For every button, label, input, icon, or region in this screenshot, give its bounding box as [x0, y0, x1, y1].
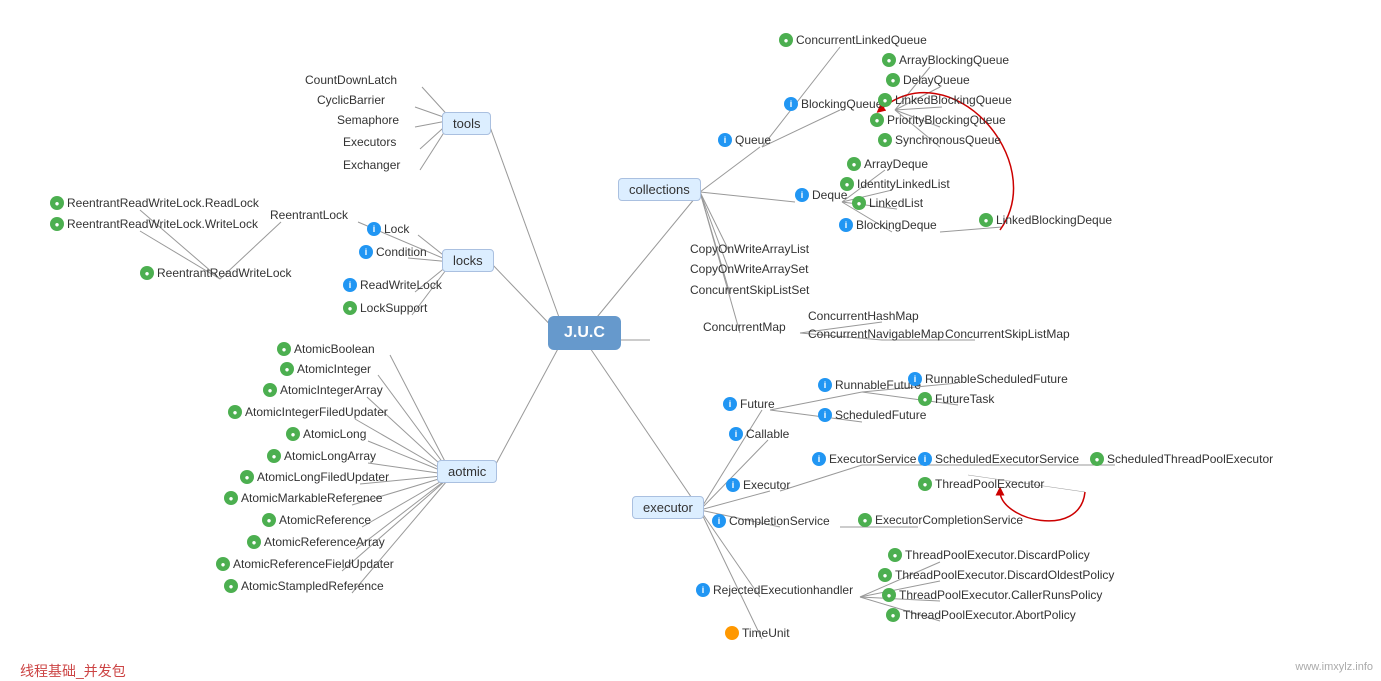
node-linkedblockingqueue: ● LinkedBlockingQueue [878, 93, 1012, 107]
node-discardoldestpolicy: ● ThreadPoolExecutor.DiscardOldestPolicy [878, 568, 1114, 582]
node-synchronousqueue: ● SynchronousQueue [878, 133, 1001, 147]
category-collections: collections [618, 178, 701, 201]
node-atomicintegerfiledupdater: ● AtomicIntegerFiledUpdater [228, 405, 388, 419]
node-future: i Future [723, 397, 775, 411]
node-copyonwritearraylist: CopyOnWriteArrayList [690, 242, 809, 256]
node-abortpolicy: ● ThreadPoolExecutor.AbortPolicy [886, 608, 1076, 622]
node-timeunit: TimeUnit [725, 626, 790, 640]
node-executors: Executors [343, 135, 396, 149]
connection-lines [0, 0, 1381, 681]
node-locksupport: ● LockSupport [343, 301, 427, 315]
node-exchanger: Exchanger [343, 158, 400, 172]
category-locks: locks [442, 249, 494, 272]
node-scheduledexecutorservice: i ScheduledExecutorService [918, 452, 1079, 466]
bottom-text: 线程基础_并发包 [20, 661, 126, 681]
juc-label: J.U.C [548, 316, 621, 350]
node-atomicreferencearray: ● AtomicReferenceArray [247, 535, 385, 549]
node-rejectedexecutionhandler: i RejectedExecutionhandler [696, 583, 853, 597]
node-atomiclongarray: ● AtomicLongArray [267, 449, 376, 463]
node-runnablescheduledfuture: i RunnableScheduledFuture [908, 372, 1068, 386]
node-condition: i Condition [359, 245, 427, 259]
category-executor: executor [632, 496, 704, 519]
node-delayqueue: ● DelayQueue [886, 73, 970, 87]
node-callerrunspolicy: ● ThreadPoolExecutor.CallerRunsPolicy [882, 588, 1102, 602]
node-discardpolicy: ● ThreadPoolExecutor.DiscardPolicy [888, 548, 1090, 562]
node-priorityblockingqueue: ● PriorityBlockingQueue [870, 113, 1006, 127]
node-scheduledthreadpoolexecutor: ● ScheduledThreadPoolExecutor [1090, 452, 1273, 466]
node-concurrenthashmap: ConcurrentHashMap [808, 309, 919, 323]
node-atomiclongfiledupdater: ● AtomicLongFiledUpdater [240, 470, 389, 484]
node-atomicinteger: ● AtomicInteger [280, 362, 371, 376]
node-atomicstampledreference: ● AtomicStampledReference [224, 579, 384, 593]
node-concurrentlinkedqueue: ● ConcurrentLinkedQueue [779, 33, 927, 47]
executor-label: executor [632, 496, 704, 519]
node-readlock: ● ReentrantReadWriteLock.ReadLock [50, 196, 259, 210]
node-runnablefuture: i RunnableFuture [818, 378, 921, 392]
diagram: J.U.C tools locks aotmic collections exe… [0, 0, 1381, 681]
watermark: www.imxylz.info [1295, 661, 1373, 673]
node-atomicintegerarray: ● AtomicIntegerArray [263, 383, 383, 397]
node-concurrentskiplistset: ConcurrentSkipListSet [690, 283, 809, 297]
node-executorservice: i ExecutorService [812, 452, 916, 466]
node-concurrentskiplistmap: ConcurrentSkipListMap [945, 327, 1070, 341]
node-atomiclong: ● AtomicLong [286, 427, 366, 441]
collections-label: collections [618, 178, 701, 201]
locks-label: locks [442, 249, 494, 272]
node-reentrantreadwritelock: ● ReentrantReadWriteLock [140, 266, 292, 280]
node-callable: i Callable [729, 427, 789, 441]
node-queue: i Queue [718, 133, 771, 147]
tools-label: tools [442, 112, 491, 135]
node-atomicreferencefieldsupdater: ● AtomicReferenceFieldUpdater [216, 557, 394, 571]
node-scheduledfuture: i ScheduledFuture [818, 408, 926, 422]
node-cyclicbarrier: CyclicBarrier [317, 93, 385, 107]
node-threadpoolexecutor: ● ThreadPoolExecutor [918, 477, 1044, 491]
node-completionservice: i CompletionService [712, 514, 830, 528]
node-blockingqueue: i BlockingQueue [784, 97, 882, 111]
node-identitylinkedlist: ● IdentityLinkedList [840, 177, 950, 191]
node-atomicmarkablereference: ● AtomicMarkableReference [224, 491, 382, 505]
node-lock: i Lock [367, 222, 409, 236]
node-blockingdeque: i BlockingDeque [839, 218, 937, 232]
node-concurrentnavigablemap: ConcurrentNavigableMap [808, 327, 944, 341]
node-linkedblockingdeque: ● LinkedBlockingDeque [979, 213, 1112, 227]
node-executorcompletionservice: ● ExecutorCompletionService [858, 513, 1023, 527]
node-arraydeque: ● ArrayDeque [847, 157, 928, 171]
center-node: J.U.C [548, 316, 621, 350]
node-writelock: ● ReentrantReadWriteLock.WriteLock [50, 217, 258, 231]
category-tools: tools [442, 112, 491, 135]
node-reentrantlock: ReentrantLock [270, 208, 348, 222]
node-linkedlist: ● LinkedList [852, 196, 923, 210]
node-countdownlatch: CountDownLatch [305, 73, 397, 87]
node-atomicboolean: ● AtomicBoolean [277, 342, 375, 356]
category-aotmic: aotmic [437, 460, 497, 483]
aotmic-label: aotmic [437, 460, 497, 483]
node-atomicreference: ● AtomicReference [262, 513, 371, 527]
node-semaphore: Semaphore [337, 113, 399, 127]
node-readwritelock: i ReadWriteLock [343, 278, 442, 292]
node-executor: i Executor [726, 478, 790, 492]
node-arrayblockingqueue: ● ArrayBlockingQueue [882, 53, 1009, 67]
node-futuretask: ● FutureTask [918, 392, 994, 406]
node-concurrentmap: ConcurrentMap [703, 320, 786, 334]
node-copyonwritearrayset: CopyOnWriteArraySet [690, 262, 808, 276]
